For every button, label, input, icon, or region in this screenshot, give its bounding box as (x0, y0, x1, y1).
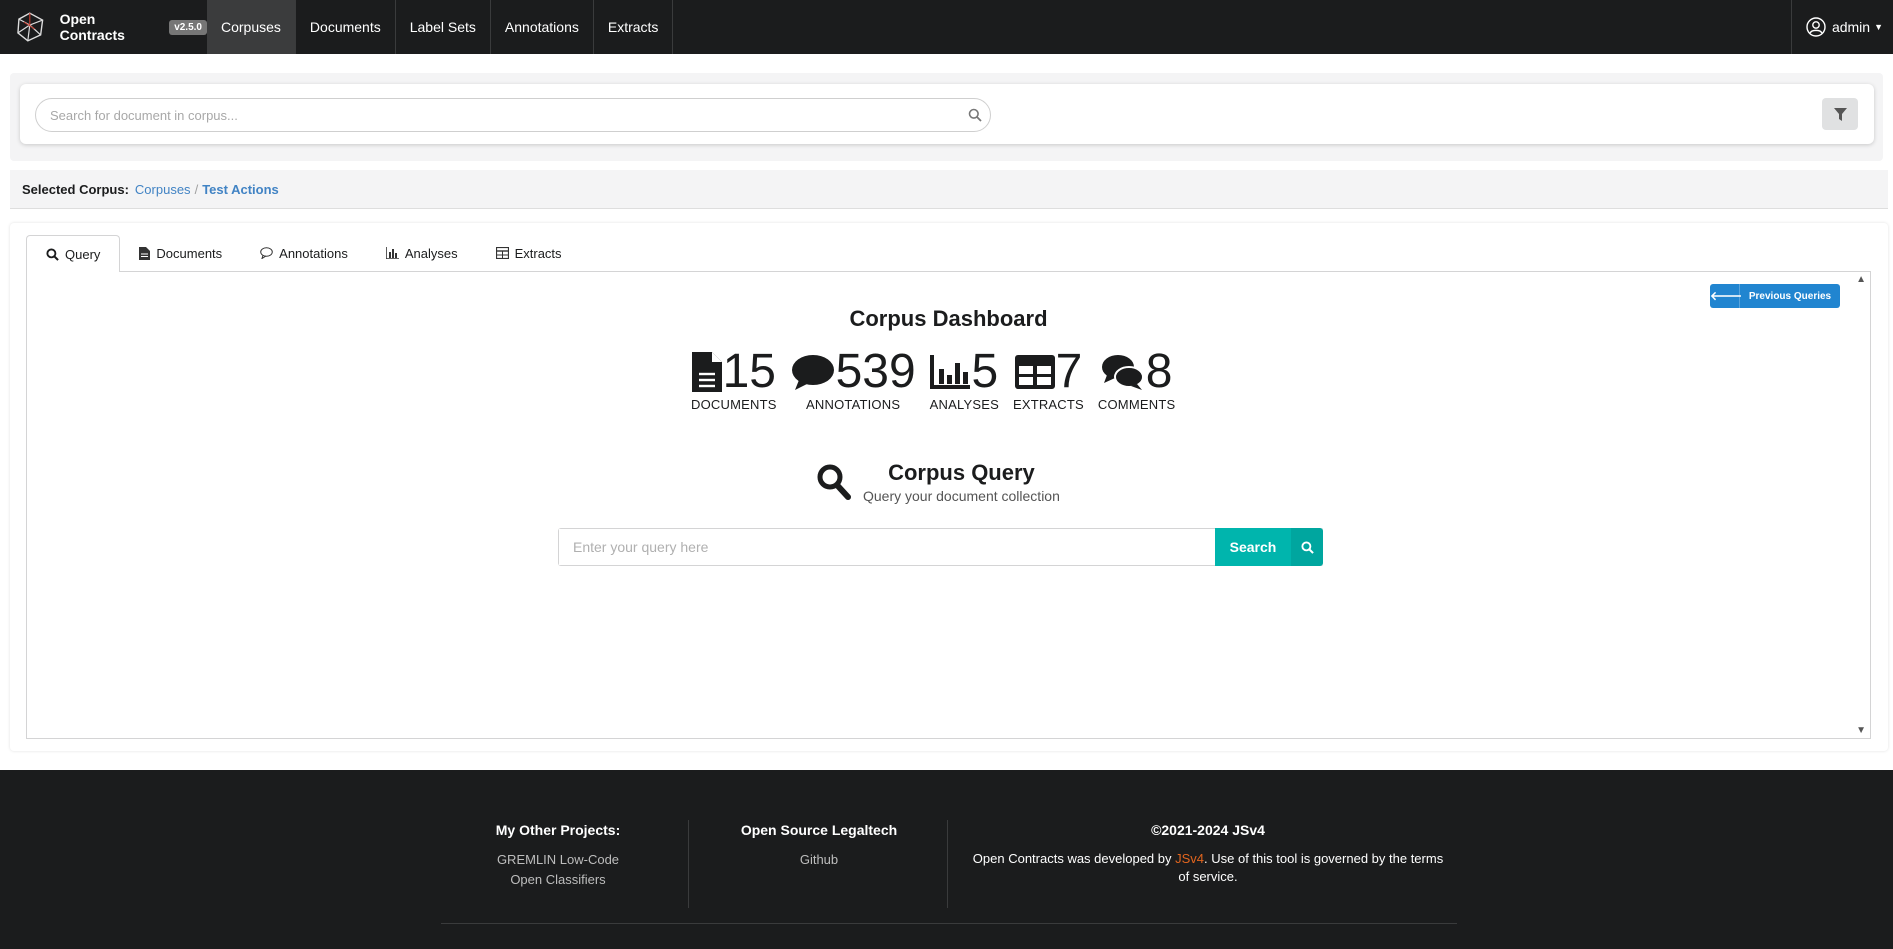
caret-down-icon: ▼ (1874, 22, 1883, 32)
tab-annotations-label: Annotations (279, 245, 348, 261)
breadcrumb: Selected Corpus: Corpuses / Test Actions (10, 170, 1888, 209)
comment-icon (791, 355, 834, 390)
stat-documents: 15 DOCUMENTS (691, 345, 777, 413)
user-name: admin (1831, 19, 1871, 35)
footer-text-after: . Use of this tool is governed by the te… (1178, 851, 1444, 884)
tab-analyses[interactable]: Analyses (367, 235, 477, 271)
document-search-input[interactable] (36, 99, 936, 131)
nav-item-documents[interactable]: Documents (296, 0, 396, 54)
tab-extracts-label: Extracts (514, 245, 562, 261)
dashboard-title: Corpus Dashboard (849, 306, 1048, 331)
breadcrumb-current: Test Actions (202, 181, 279, 197)
app-name: Open Contracts (59, 11, 125, 43)
nav-item-extracts[interactable]: Extracts (594, 0, 674, 54)
corpus-query-title: Corpus Query (888, 460, 1035, 485)
stat-documents-label: DOCUMENTS (691, 397, 777, 412)
breadcrumb-corpuses-link[interactable]: Corpuses (135, 182, 191, 197)
stat-comments-label: COMMENTS (1097, 397, 1176, 412)
footer-projects-heading: My Other Projects: (495, 822, 621, 838)
user-menu[interactable]: admin ▼ (1790, 0, 1893, 54)
stat-annotations-value: 539 (835, 345, 916, 398)
tab-annotations[interactable]: Annotations (241, 235, 367, 271)
breadcrumb-label: Selected Corpus: (22, 181, 129, 197)
stat-documents-value: 15 (722, 345, 776, 398)
footer-jsv4-link[interactable]: JSv4 (1175, 851, 1204, 866)
user-circle-icon (1806, 17, 1826, 37)
scroll-down-arrow[interactable]: ▼ (1856, 725, 1866, 736)
query-search-button[interactable]: Search (1215, 528, 1323, 566)
file-icon (139, 246, 151, 260)
filter-button[interactable] (1822, 98, 1858, 130)
tab-documents[interactable]: Documents (120, 235, 241, 271)
tab-query[interactable]: Query (26, 235, 121, 272)
footer-text-before: Open Contracts was developed by (972, 851, 1176, 866)
stat-extracts: 7 EXTRACTS (1012, 345, 1084, 413)
search-icon[interactable] (968, 108, 982, 122)
query-tab-panel: ▲ ▼ 🡐 Previous Queries Corpus Dashboard … (26, 271, 1871, 739)
nav-item-corpuses[interactable]: Corpuses (207, 0, 296, 54)
search-icon (46, 247, 59, 261)
footer-projects: My Other Projects: GREMLIN Low-Code Open… (480, 822, 636, 890)
stat-comments: 8 COMMENTS (1097, 345, 1176, 413)
corpus-tabs: Query Documents Annotations Analyses Ext… (26, 235, 581, 272)
tab-documents-label: Documents (156, 245, 223, 261)
stat-annotations-label: ANNOTATIONS (806, 397, 901, 412)
stat-comments-value: 8 (1145, 345, 1173, 398)
tab-analyses-label: Analyses (404, 245, 458, 261)
stat-analyses-label: ANALYSES (929, 397, 999, 412)
arrow-left-icon: 🡐 (1710, 284, 1742, 308)
footer-link-github[interactable]: Github (734, 850, 904, 870)
footer-link-open-classifiers[interactable]: Open Classifiers (480, 870, 636, 890)
bar-chart-icon (930, 355, 971, 389)
footer-rule (441, 923, 1457, 924)
corpus-query-box: Search (558, 528, 1323, 566)
stat-analyses-value: 5 (971, 345, 999, 398)
previous-queries-label: Previous Queries (1748, 290, 1832, 302)
stat-analyses: 5 ANALYSES (929, 345, 999, 413)
corpus-query-input[interactable] (559, 529, 1215, 565)
tab-extracts[interactable]: Extracts (477, 235, 581, 271)
footer-legaltech: Open Source Legaltech Github (734, 822, 904, 870)
previous-queries-button[interactable]: 🡐 Previous Queries (1710, 284, 1840, 308)
nav-item-annotations[interactable]: Annotations (491, 0, 594, 54)
brand[interactable]: Open Contracts v2.5.0 (0, 0, 207, 54)
version-badge: v2.5.0 (169, 19, 207, 35)
footer-link-gremlin[interactable]: GREMLIN Low-Code (480, 850, 636, 870)
nav-item-label-sets[interactable]: Label Sets (396, 0, 491, 54)
footer-legaltech-heading: Open Source Legaltech (740, 822, 898, 838)
search-card (20, 84, 1874, 144)
comment-icon (260, 247, 273, 259)
query-search-label: Search (1229, 539, 1277, 555)
footer-divider (688, 820, 689, 908)
footer-divider (947, 820, 948, 908)
document-search-box (35, 98, 991, 132)
breadcrumb-separator: / (194, 181, 199, 197)
footer-copyright: ©2021-2024 JSv4 Open Contracts was devel… (970, 822, 1446, 886)
search-icon (1291, 528, 1323, 566)
search-icon (817, 464, 851, 500)
open-contracts-logo-icon (17, 12, 44, 42)
stat-extracts-label: EXTRACTS (1012, 397, 1084, 412)
table-icon (1014, 355, 1055, 389)
filter-icon (1833, 107, 1847, 121)
stat-extracts-value: 7 (1055, 345, 1083, 398)
comments-icon (1101, 355, 1144, 390)
tab-query-label: Query (65, 246, 101, 262)
footer-copyright-heading: ©2021-2024 JSv4 (1151, 822, 1265, 838)
stat-annotations: 539 ANNOTATIONS (791, 345, 916, 412)
corpus-query-subtitle: Query your document collection (863, 488, 1060, 504)
footer: My Other Projects: GREMLIN Low-Code Open… (0, 770, 1893, 949)
corpus-main-area: Query Documents Annotations Analyses Ext… (10, 223, 1888, 751)
table-icon (495, 247, 509, 259)
bar-chart-icon (385, 247, 399, 259)
corpus-query-header: Corpus Query Query your document collect… (817, 460, 1060, 504)
footer-description: Open Contracts was developed by JSv4. Us… (970, 850, 1446, 886)
top-navbar: Open Contracts v2.5.0 Corpuses Documents… (0, 0, 1893, 54)
file-icon (691, 352, 722, 392)
scroll-up-arrow[interactable]: ▲ (1856, 274, 1866, 285)
corpus-stats: 15 DOCUMENTS 539 ANNOTATIONS 5 ANALYSES … (691, 345, 1189, 413)
